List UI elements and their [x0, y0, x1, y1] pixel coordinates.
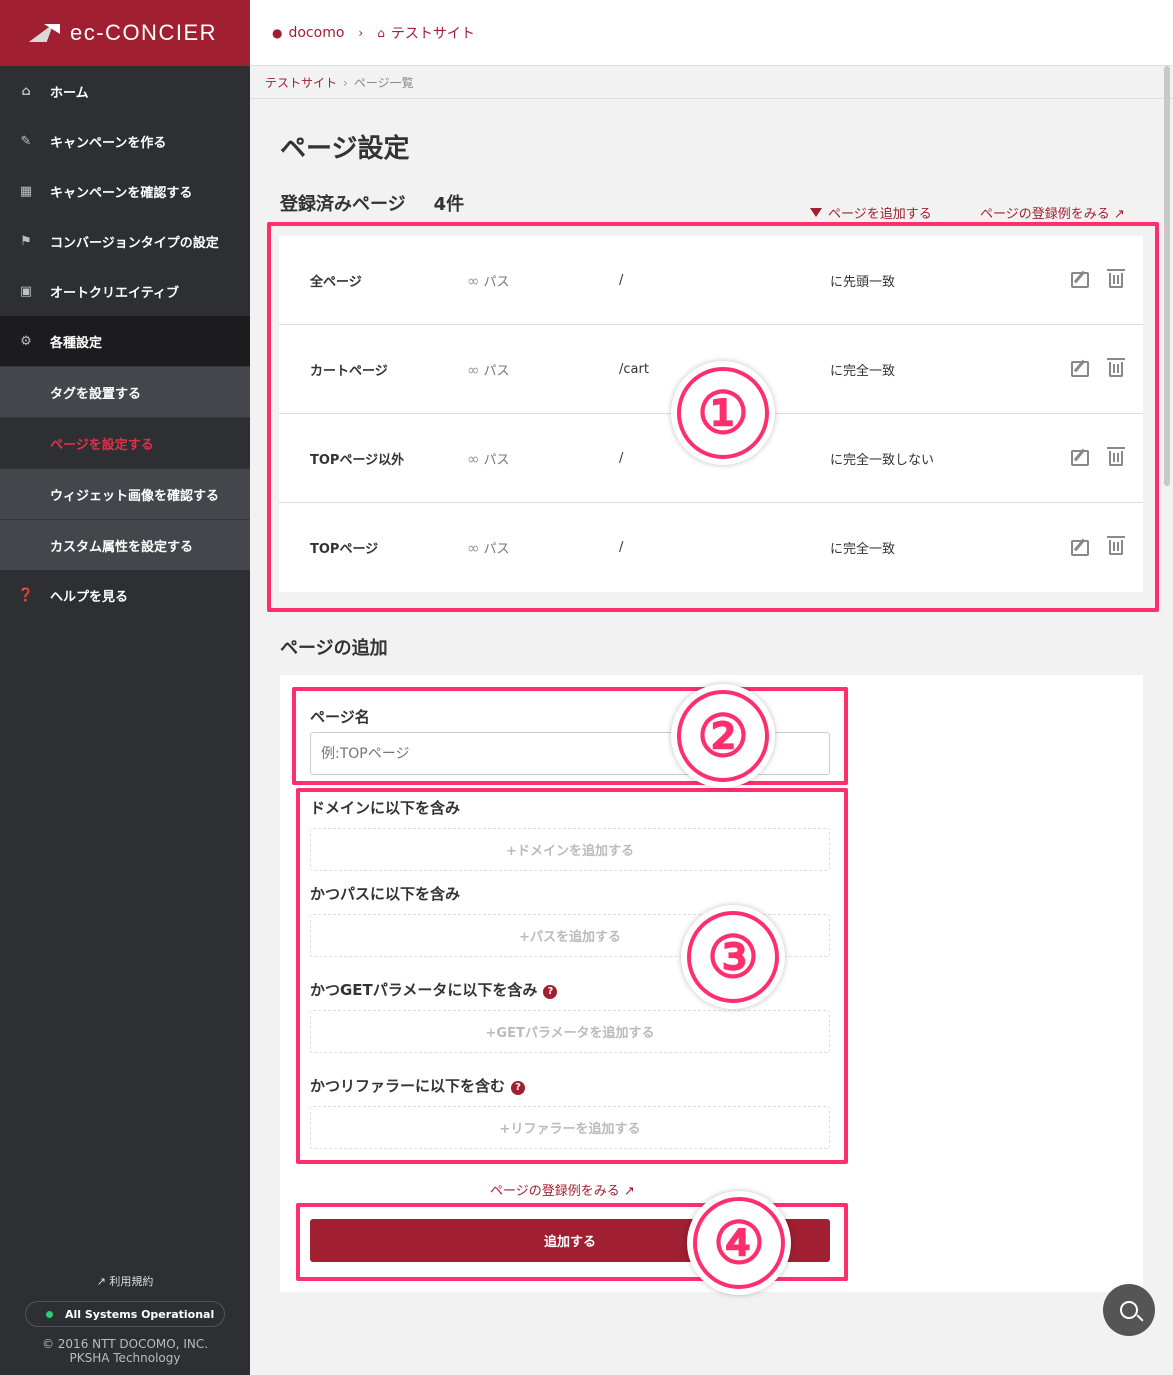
page-title: ページ設定	[280, 134, 410, 164]
logo-text: ec-CONCIER	[70, 20, 218, 45]
sidebar-item-label: キャンペーンを確認する	[50, 185, 193, 201]
sidebar-item-settings[interactable]: ⚙ 各種設定	[0, 316, 250, 366]
sidebar-item-conversion-type[interactable]: ⚑ コンバージョンタイプの設定	[0, 216, 250, 266]
copyright-line: © 2016 NTT DOCOMO, INC.	[41, 1337, 209, 1351]
edit-icon: ✎	[20, 133, 32, 149]
sidebar-item-label: オートクリエイティブ	[50, 285, 179, 301]
add-page-heading: ページの追加	[280, 638, 388, 659]
annotation-marker-2: ②	[671, 684, 775, 788]
annotation-number: ④	[693, 1197, 785, 1289]
zoom-button[interactable]	[1103, 1284, 1155, 1336]
sidebar-subitem-widget[interactable]: ウィジェット画像を確認する	[0, 468, 250, 519]
image-icon: ▣	[19, 283, 33, 299]
sidebar-subitem-label: ページを設定する	[50, 437, 154, 453]
sidebar-footer: ↗ 利用規約 All Systems Operational © 2016 NT…	[0, 1273, 250, 1375]
add-page-link[interactable]: ページを追加する	[810, 203, 932, 222]
sidebar-subitem-label: タグを設置する	[50, 386, 142, 402]
copyright: © 2016 NTT DOCOMO, INC. PKSHA Technology	[0, 1337, 250, 1375]
examples-link[interactable]: ページの登録例をみる ↗	[980, 203, 1125, 222]
topbar: ● docomo › ⌂ テストサイト	[250, 0, 1173, 66]
sidebar-item-label: ホーム	[50, 85, 89, 101]
status-dot-icon	[46, 1310, 53, 1318]
annotation-marker-1: ①	[671, 361, 775, 465]
caret-down-icon	[810, 208, 822, 217]
status-label: All Systems Operational	[65, 1307, 215, 1321]
annotation-number: ③	[687, 911, 779, 1003]
registered-count: 4件	[433, 194, 465, 215]
annotation-marker-4: ④	[687, 1191, 791, 1295]
sidebar-subitem-tag[interactable]: タグを設置する	[0, 366, 250, 417]
sidebar-item-create-campaign[interactable]: ✎ キャンペーンを作る	[0, 116, 250, 166]
status-badge[interactable]: All Systems Operational	[25, 1301, 225, 1327]
sidebar-item-home[interactable]: ⌂ ホーム	[0, 66, 250, 116]
home-icon: ⌂	[377, 25, 385, 40]
sidebar-subitem-custom[interactable]: カスタム属性を設定する	[0, 519, 250, 570]
topbar-site[interactable]: テストサイト	[391, 23, 475, 43]
breadcrumb-current: ページ一覧	[353, 76, 414, 90]
copyright-line: PKSHA Technology	[69, 1351, 181, 1365]
logo[interactable]: ec-CONCIER	[0, 0, 250, 66]
registered-title: 登録済みページ	[280, 194, 406, 215]
examples-link-bottom[interactable]: ページの登録例をみる ↗	[490, 1180, 635, 1199]
scrollbar[interactable]	[1164, 66, 1170, 486]
external-link-icon: ↗	[623, 1184, 635, 1199]
examples-link-label: ページの登録例をみる	[490, 1184, 620, 1199]
sidebar-subitem-label: カスタム属性を設定する	[50, 539, 194, 555]
annotation-number: ①	[677, 367, 769, 459]
sidebar-item-label: 各種設定	[50, 335, 103, 351]
breadcrumb-separator-icon: ›	[343, 75, 348, 90]
user-icon: ●	[272, 25, 283, 40]
sidebar-item-label: キャンペーンを作る	[50, 135, 167, 151]
registered-pages-heading: 登録済みページ 4件	[280, 190, 464, 216]
sidebar-subitem-label: ウィジェット画像を確認する	[50, 488, 220, 504]
annotation-marker-3: ③	[681, 905, 785, 1009]
breadcrumb-parent[interactable]: テストサイト	[265, 74, 337, 91]
sidebar-subitem-page[interactable]: ページを設定する	[0, 417, 250, 468]
chevron-right-icon: ›	[358, 25, 364, 40]
sidebar: ec-CONCIER ⌂ ホーム ✎ キャンペーンを作る ▦ キャンペーンを確認…	[0, 0, 250, 1375]
topbar-user[interactable]: docomo	[288, 25, 344, 41]
terms-link[interactable]: ↗ 利用規約	[0, 1273, 250, 1289]
annotation-number: ②	[677, 690, 769, 782]
sidebar-item-auto-creative[interactable]: ▣ オートクリエイティブ	[0, 266, 250, 316]
examples-link-label: ページの登録例をみる	[980, 207, 1110, 222]
sidebar-item-label: ヘルプを見る	[50, 589, 129, 605]
flag-icon: ⚑	[20, 233, 32, 249]
bar-chart-icon: ▦	[19, 183, 33, 199]
search-icon	[1120, 1301, 1138, 1319]
external-link-icon: ↗	[96, 1275, 106, 1288]
external-link-icon: ↗	[1113, 207, 1125, 222]
logo-mark-icon	[30, 20, 66, 46]
home-icon: ⌂	[21, 83, 31, 99]
sidebar-item-check-campaign[interactable]: ▦ キャンペーンを確認する	[0, 166, 250, 216]
add-page-link-label: ページを追加する	[828, 207, 932, 222]
sidebar-item-help[interactable]: ❓ ヘルプを見る	[0, 570, 250, 620]
question-icon: ❓	[17, 587, 35, 603]
terms-label: 利用規約	[109, 1275, 154, 1288]
breadcrumb: テストサイト › ページ一覧	[250, 67, 1173, 99]
gear-icon: ⚙	[20, 333, 32, 349]
sidebar-item-label: コンバージョンタイプの設定	[50, 235, 219, 251]
